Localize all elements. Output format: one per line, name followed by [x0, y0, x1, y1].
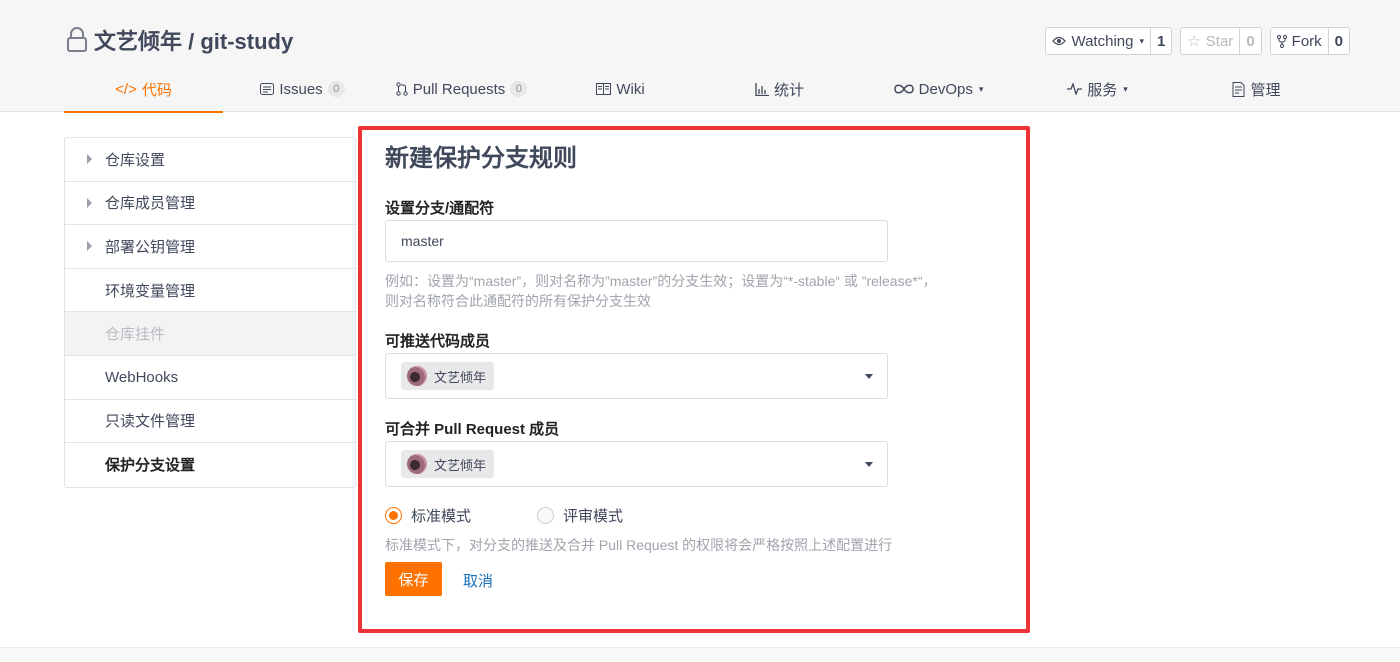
pulls-count-badge: 0 [510, 81, 528, 97]
repo-actions: Watching ▾ 1 ☆ Star 0 Fork 0 [1045, 27, 1350, 55]
settings-sidebar: 仓库设置 仓库成员管理 部署公钥管理 环境变量管理 仓库挂件 WebHooks … [64, 137, 356, 488]
watch-label: Watching [1071, 32, 1134, 50]
radio-unchecked[interactable] [537, 507, 555, 524]
star-count: 0 [1239, 28, 1260, 54]
sidebar-item-env-vars[interactable]: 环境变量管理 [65, 269, 355, 313]
bar-chart-icon [755, 82, 769, 96]
branch-hint-line-2: 则对名称符合此通配符的所有保护分支生效 [385, 293, 651, 309]
member-chip[interactable]: 文艺倾年 [401, 450, 495, 478]
protected-branch-form: 新建保护分支规则 设置分支/通配符 例如：设置为“master”，则对名称为”m… [385, 138, 985, 596]
tab-wiki[interactable]: Wiki [541, 66, 700, 112]
sidebar-item-label: 只读文件管理 [105, 413, 196, 431]
tab-code[interactable]: </> 代码 [64, 66, 223, 113]
tab-pull-requests[interactable]: Pull Requests 0 [382, 66, 541, 112]
page-title: 新建保护分支规则 [385, 145, 577, 172]
footer-divider [0, 647, 1400, 662]
pull-request-icon [396, 82, 408, 96]
avatar [407, 454, 427, 474]
sidebar-item-label: 环境变量管理 [105, 282, 196, 300]
caret-right-icon [87, 154, 92, 165]
chevron-down-icon: ▾ [1139, 35, 1144, 46]
tab-devops[interactable]: DevOps ▾ [859, 66, 1018, 112]
repo-name[interactable]: 文艺倾年 / git-study [94, 24, 293, 56]
issues-icon [260, 83, 275, 95]
dropdown-arrow-icon [865, 462, 873, 467]
branch-input[interactable] [385, 220, 888, 262]
radio-standard-mode[interactable]: 标准模式 [385, 505, 471, 526]
tab-code-label: 代码 [141, 81, 172, 99]
star-icon: ☆ [1187, 33, 1201, 50]
branch-field-label: 设置分支/通配符 [385, 200, 495, 217]
sidebar-item-label: 仓库挂件 [105, 326, 166, 344]
tab-pull-requests-label: Pull Requests [412, 80, 506, 98]
tab-service-label: 服务 [1087, 81, 1118, 99]
mode-hint: 标准模式下，对分支的推送及合并 Pull Request 的权限将会严格按照上述… [385, 537, 893, 553]
sidebar-item-deploy-keys[interactable]: 部署公钥管理 [65, 225, 355, 269]
branch-hint-line-1: 例如：设置为“master”，则对名称为”master”的分支生效；设置为“*-… [385, 273, 937, 289]
radio-standard-label: 标准模式 [411, 508, 472, 525]
chevron-down-icon: ▾ [978, 83, 984, 94]
code-icon: </> [115, 80, 137, 98]
sidebar-item-label: 保护分支设置 [105, 457, 196, 475]
eye-icon [1052, 36, 1067, 46]
member-chip[interactable]: 文艺倾年 [401, 362, 495, 390]
infinity-icon [893, 84, 914, 94]
fork-button[interactable]: Fork 0 [1269, 27, 1350, 55]
sidebar-item-label: 仓库成员管理 [105, 195, 196, 213]
tab-manage-label: 管理 [1250, 81, 1281, 99]
sidebar-item-repo-settings[interactable]: 仓库设置 [65, 138, 355, 182]
fork-label: Fork [1291, 32, 1322, 50]
sidebar-item-label: 仓库设置 [105, 151, 166, 169]
pulse-icon [1067, 83, 1083, 95]
tab-issues-label: Issues [279, 80, 323, 98]
member-name: 文艺倾年 [434, 457, 487, 473]
sidebar-item-members[interactable]: 仓库成员管理 [65, 182, 355, 226]
settings-doc-icon [1232, 81, 1245, 97]
branch-hint: 例如：设置为“master”，则对名称为”master”的分支生效；设置为“*-… [385, 271, 975, 311]
tab-manage[interactable]: 管理 [1177, 66, 1336, 112]
member-name: 文艺倾年 [434, 369, 487, 385]
dropdown-arrow-icon [865, 374, 873, 379]
watch-button[interactable]: Watching ▾ 1 [1045, 27, 1173, 55]
chevron-down-icon: ▾ [1123, 83, 1128, 94]
issues-count-badge: 0 [327, 81, 345, 97]
repo-nav: </> 代码 Issues 0 Pull Requests 0 Wiki 统计 … [64, 66, 1336, 113]
cancel-link[interactable]: 取消 [463, 570, 493, 591]
tab-stats[interactable]: 统计 [700, 66, 859, 112]
caret-right-icon [87, 197, 92, 208]
tab-devops-label: DevOps [918, 80, 973, 98]
radio-checked[interactable] [385, 507, 402, 524]
sidebar-item-protected-branches[interactable]: 保护分支设置 [65, 443, 355, 487]
caret-right-icon [87, 241, 92, 252]
sidebar-item-label: 部署公钥管理 [105, 238, 196, 256]
fork-icon [1276, 34, 1287, 48]
merge-members-select[interactable]: 文艺倾年 [385, 441, 888, 487]
lock-icon [67, 27, 87, 52]
repo-title: 文艺倾年 / git-study [66, 26, 293, 54]
repo-header: 文艺倾年 / git-study Watching ▾ 1 ☆ Star 0 F… [0, 0, 1400, 113]
sidebar-item-label: WebHooks [105, 368, 179, 386]
sidebar-item-webhooks[interactable]: WebHooks [65, 356, 355, 400]
sidebar-item-readonly-files[interactable]: 只读文件管理 [65, 400, 355, 444]
push-members-select[interactable]: 文艺倾年 [385, 353, 888, 399]
radio-review-mode[interactable]: 评审模式 [537, 505, 623, 526]
tab-wiki-label: Wiki [616, 80, 645, 98]
book-icon [596, 83, 612, 95]
avatar [407, 366, 427, 386]
merge-members-label: 可合并 Pull Request 成员 [385, 421, 560, 438]
sidebar-item-widgets: 仓库挂件 [65, 312, 355, 356]
tab-stats-label: 统计 [773, 81, 804, 99]
watch-count: 1 [1150, 28, 1171, 54]
tab-issues[interactable]: Issues 0 [223, 66, 382, 112]
radio-review-label: 评审模式 [563, 508, 624, 525]
mode-radio-group: 标准模式 评审模式 [385, 505, 689, 526]
push-members-label: 可推送代码成员 [385, 333, 491, 350]
fork-count: 0 [1327, 28, 1349, 54]
star-button[interactable]: ☆ Star 0 [1180, 27, 1262, 55]
tab-service[interactable]: 服务 ▾ [1018, 66, 1177, 112]
star-label: Star [1205, 32, 1234, 50]
save-button[interactable]: 保存 [385, 562, 442, 596]
